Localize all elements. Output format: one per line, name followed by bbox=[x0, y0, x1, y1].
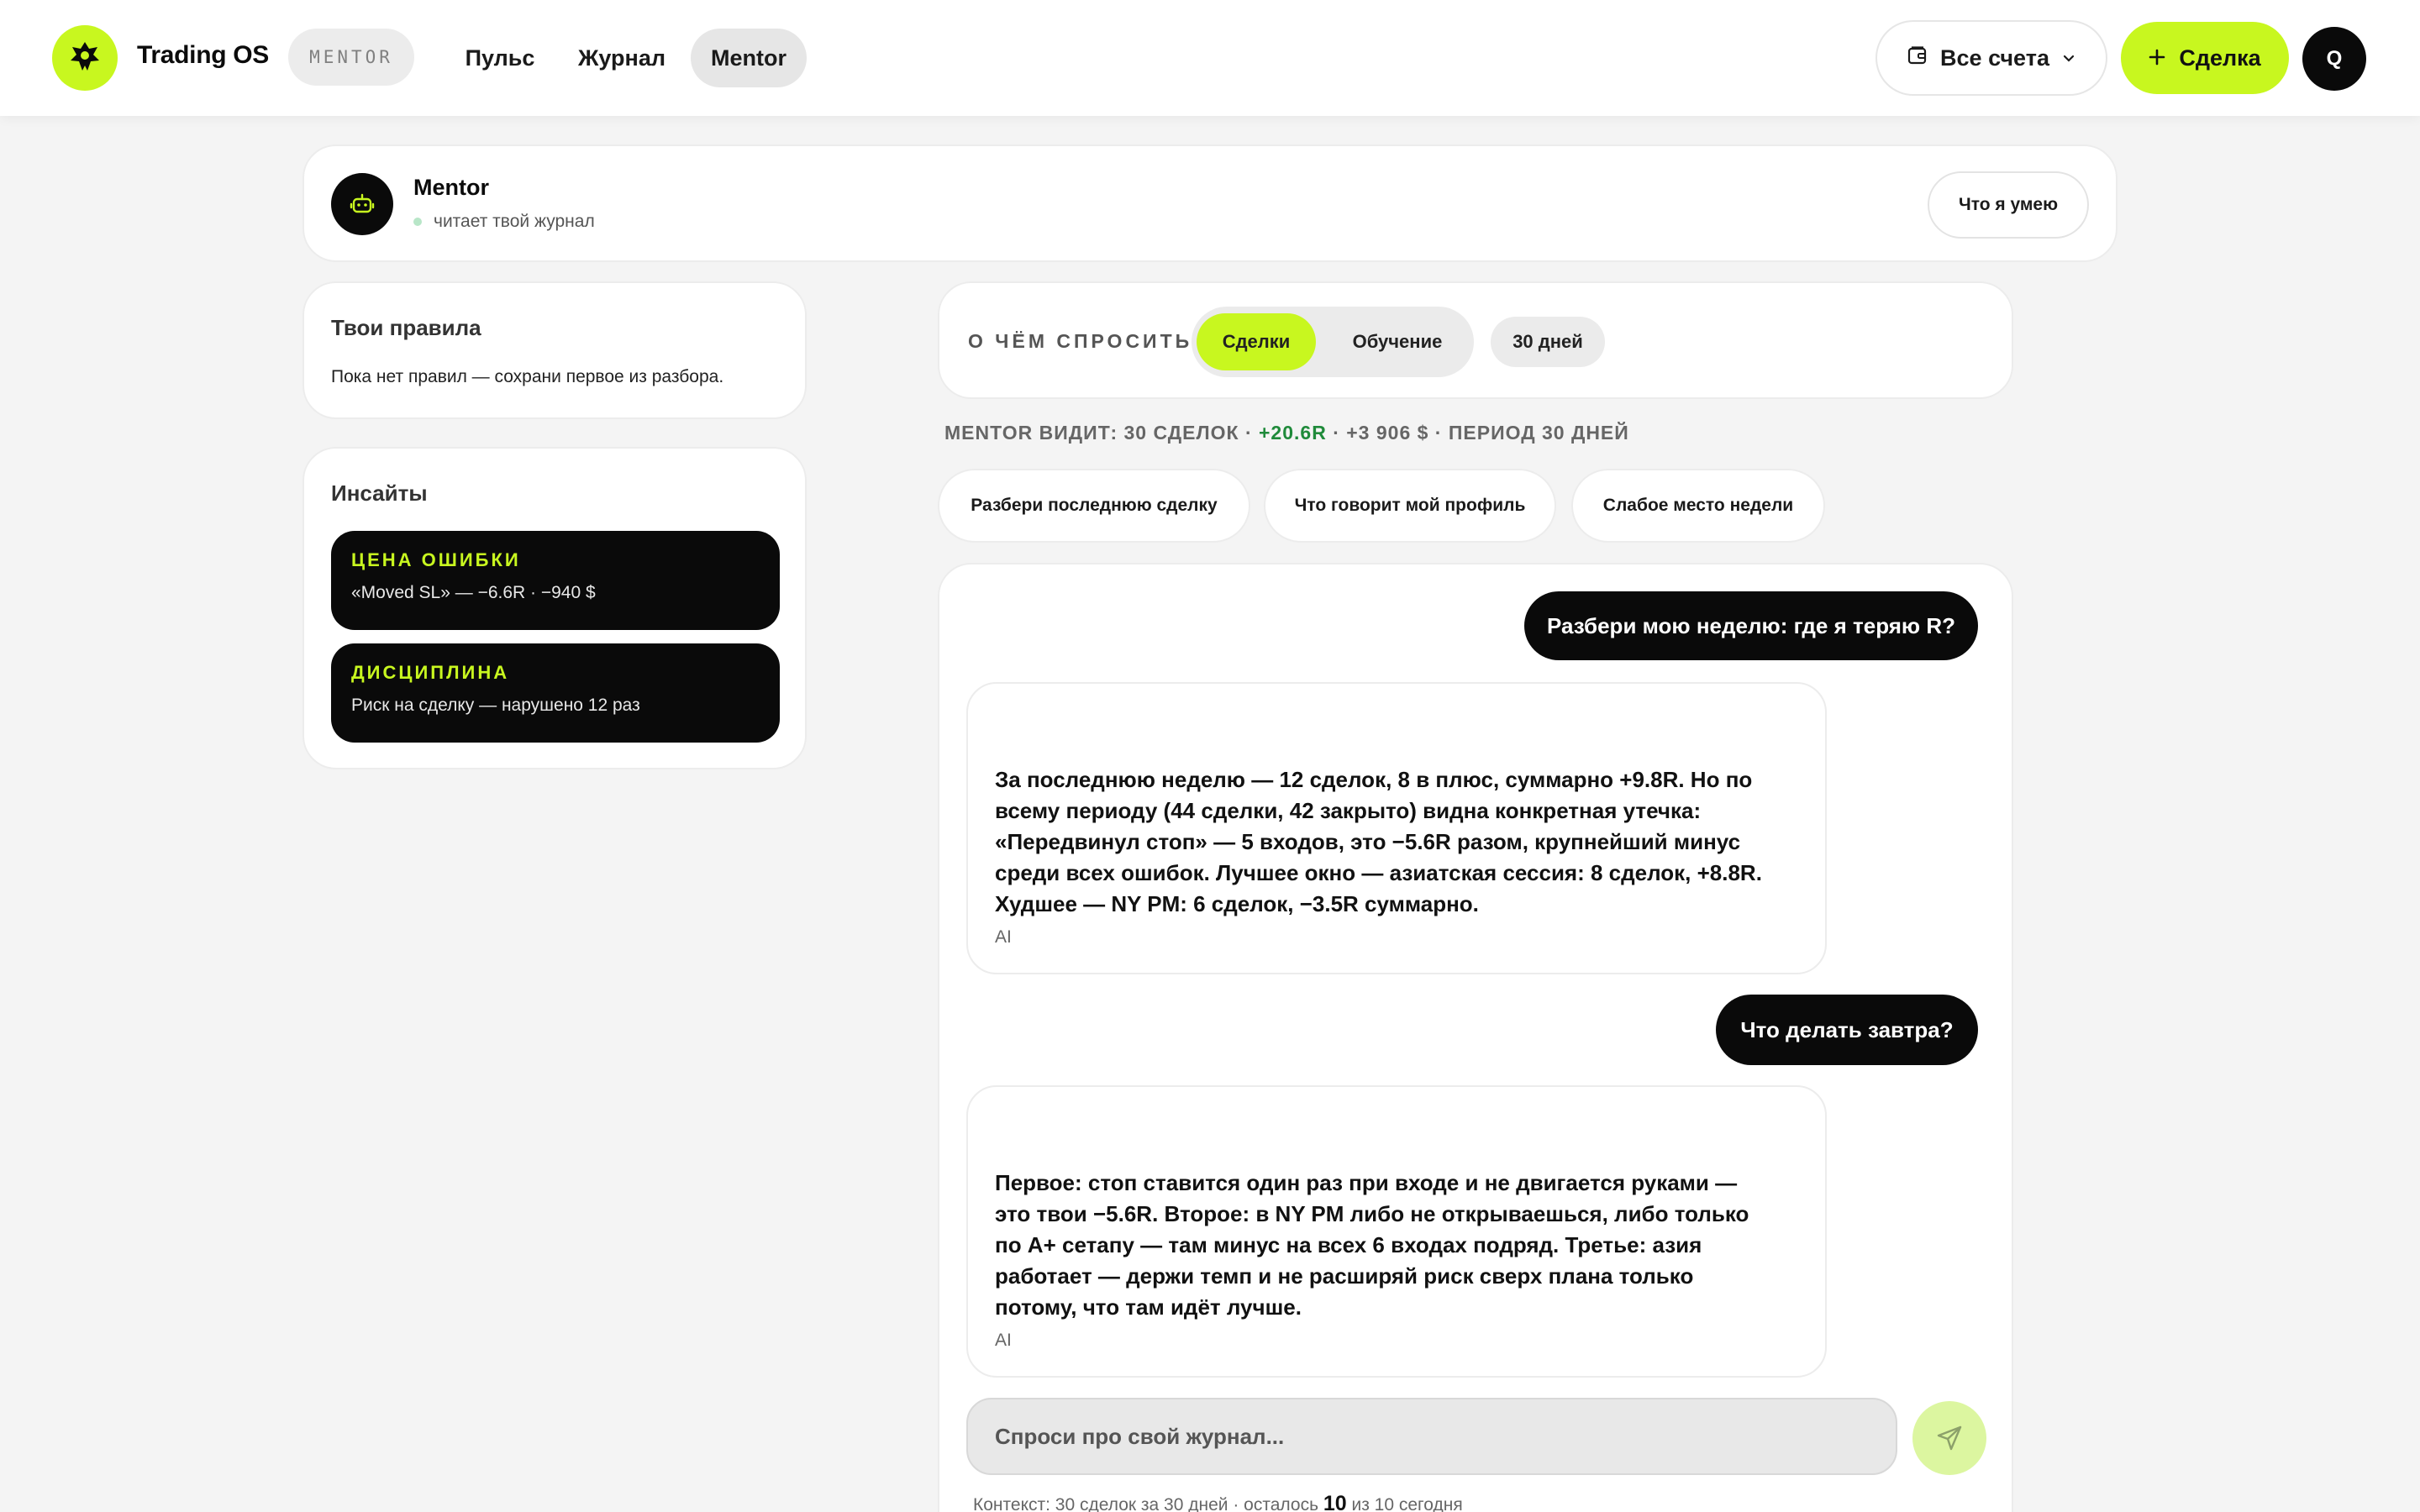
mentor-status-text: читает твой журнал bbox=[434, 212, 595, 231]
rules-empty-text: Пока нет правил — сохрани первое из разб… bbox=[331, 367, 724, 386]
send-button[interactable] bbox=[1912, 1401, 1986, 1475]
accounts-label: Все счета bbox=[1940, 45, 2049, 71]
avatar[interactable]: Q bbox=[2302, 27, 2366, 91]
chat-composer bbox=[966, 1398, 1897, 1475]
ask-topic-card: О ЧЁМ СПРОСИТЬ Сделки Обучение 30 дней bbox=[938, 281, 2013, 399]
insight-tag: ДИСЦИПЛИНА bbox=[351, 662, 510, 683]
rules-heading: Твои правила bbox=[331, 315, 481, 340]
chat-context-line: Контекст: 30 сделок за 30 дней · осталос… bbox=[973, 1492, 1463, 1512]
mode-badge: MENTOR bbox=[288, 29, 414, 86]
chat-input[interactable] bbox=[995, 1423, 1896, 1450]
top-bar: Trading OS MENTOR Пульс Журнал Mentor Вс… bbox=[0, 0, 2420, 116]
bot-icon bbox=[331, 173, 393, 235]
prompt-chip-last-deal[interactable]: Разбери последнюю сделку bbox=[938, 469, 1250, 543]
context-summary-suffix: · +3 906 $ · ПЕРИОД 30 ДНЕЙ bbox=[1326, 422, 1629, 444]
period-chip[interactable]: 30 дней bbox=[1491, 317, 1605, 367]
insight-item[interactable]: ЦЕНА ОШИБКИ «Moved SL» — −6.6R · −940 $ bbox=[331, 531, 780, 630]
context-summary-prefix: MENTOR ВИДИТ: 30 СДЕЛОК · bbox=[944, 422, 1259, 444]
mentor-header-card: Mentor читает твой журнал Что я умею bbox=[302, 144, 2118, 262]
ai-message: За последнюю неделю — 12 сделок, 8 в плю… bbox=[966, 682, 1827, 974]
mentor-title: Mentor bbox=[413, 175, 489, 200]
insight-tag: ЦЕНА ОШИБКИ bbox=[351, 549, 521, 570]
ai-message: Первое: стоп ставится один раз при входе… bbox=[966, 1085, 1827, 1378]
insights-heading: Инсайты bbox=[331, 480, 428, 506]
context-r-value: +20.6R bbox=[1259, 422, 1327, 444]
insight-text: Риск на сделку — нарушено 12 раз bbox=[351, 696, 640, 715]
ai-message-label: AI bbox=[995, 1331, 1012, 1350]
brand-name: Trading OS bbox=[137, 41, 270, 69]
remaining-count: 10 bbox=[1323, 1492, 1347, 1512]
send-icon bbox=[1937, 1425, 1962, 1451]
ai-message-text: Первое: стоп ставится один раз при входе… bbox=[995, 1170, 1749, 1320]
topic-segmented-control: Сделки Обучение bbox=[1192, 307, 1474, 377]
logo-icon[interactable] bbox=[52, 25, 118, 91]
wallet-icon bbox=[1907, 45, 1928, 72]
prompt-chip-weak-spot[interactable]: Слабое место недели bbox=[1571, 469, 1825, 543]
capabilities-button[interactable]: Что я умею bbox=[1928, 171, 2089, 239]
nav-item-journal[interactable]: Журнал bbox=[563, 29, 681, 87]
user-message: Разбери мою неделю: где я теряю R? bbox=[1524, 591, 1978, 660]
context-line-prefix: Контекст: 30 сделок за 30 дней · осталос… bbox=[973, 1495, 1323, 1512]
nav-item-mentor[interactable]: Mentor bbox=[691, 29, 807, 87]
chevron-down-icon bbox=[2061, 45, 2076, 71]
rules-card: Твои правила Пока нет правил — сохрани п… bbox=[302, 281, 807, 419]
insight-item[interactable]: ДИСЦИПЛИНА Риск на сделку — нарушено 12 … bbox=[331, 643, 780, 743]
prompt-chip-profile[interactable]: Что говорит мой профиль bbox=[1264, 469, 1556, 543]
segment-deals[interactable]: Сделки bbox=[1197, 313, 1316, 370]
ask-topic-label: О ЧЁМ СПРОСИТЬ bbox=[968, 330, 1193, 352]
plus-icon bbox=[2149, 45, 2165, 71]
insight-text: «Moved SL» — −6.6R · −940 $ bbox=[351, 583, 596, 602]
mentor-status: читает твой журнал bbox=[413, 212, 595, 232]
new-deal-button[interactable]: Сделка bbox=[2121, 22, 2289, 94]
user-message: Что делать завтра? bbox=[1716, 995, 1978, 1065]
nav-item-pulse[interactable]: Пульс bbox=[447, 29, 553, 87]
new-deal-label: Сделка bbox=[2179, 45, 2261, 71]
accounts-dropdown[interactable]: Все счета bbox=[1876, 20, 2107, 96]
status-dot bbox=[413, 218, 422, 226]
ai-message-text: За последнюю неделю — 12 сделок, 8 в плю… bbox=[995, 767, 1762, 916]
segment-learning[interactable]: Обучение bbox=[1326, 313, 1469, 370]
insights-card: Инсайты ЦЕНА ОШИБКИ «Moved SL» — −6.6R ·… bbox=[302, 447, 807, 769]
context-line-suffix: из 10 сегодня bbox=[1346, 1495, 1463, 1512]
chat-panel: Разбери мою неделю: где я теряю R? За по… bbox=[938, 563, 2013, 1512]
mentor-context-summary: MENTOR ВИДИТ: 30 СДЕЛОК · +20.6R · +3 90… bbox=[944, 422, 1629, 444]
ai-message-label: AI bbox=[995, 927, 1012, 947]
